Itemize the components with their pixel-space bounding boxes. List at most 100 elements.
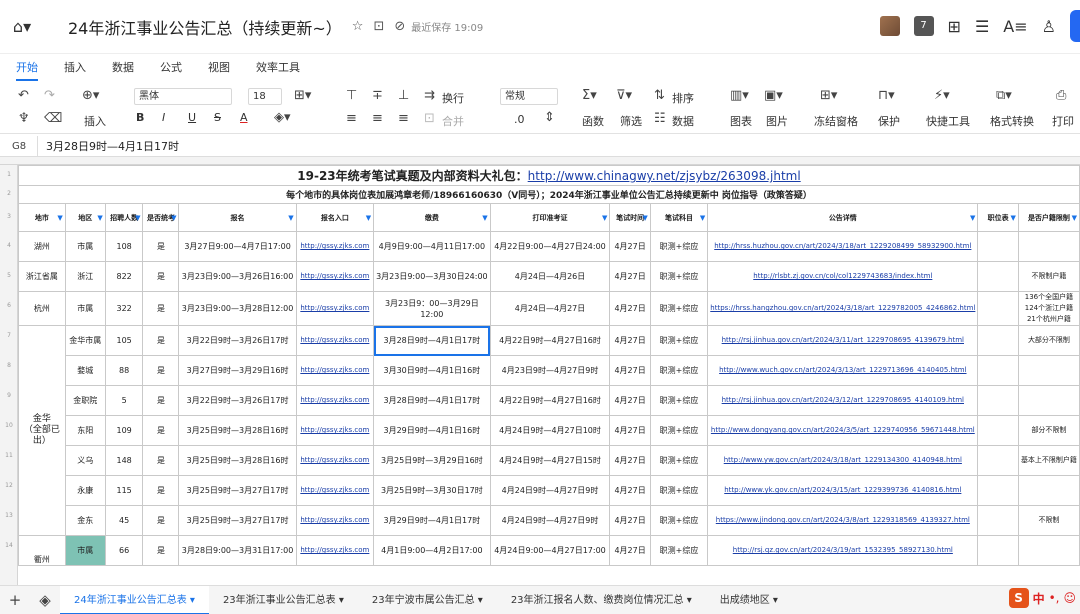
table-cell[interactable]: 职测+综应 — [649, 355, 709, 386]
function-button[interactable]: 函数 — [582, 113, 604, 129]
table-cell[interactable]: 3月25日9时—3月30日17时 — [373, 475, 491, 506]
table-cell[interactable]: 4月27日 — [609, 355, 651, 386]
table-cell[interactable]: 5 — [104, 385, 144, 416]
underline-button[interactable]: U — [188, 111, 196, 124]
filter-dropdown-icon[interactable]: ▼ — [970, 214, 975, 222]
table-cell[interactable]: http://www.yw.gov.cn/art/2024/3/18/art_1… — [707, 445, 979, 476]
table-cell[interactable]: 4月27日 — [609, 415, 651, 446]
column-header[interactable]: 招聘人数 ▼ — [104, 203, 144, 232]
table-cell[interactable]: 职测+综应 — [649, 535, 709, 566]
add-sheet-icon[interactable]: + — [0, 591, 30, 609]
title-cell[interactable]: 19-23年统考笔试真题及内部资料大礼包：http://www.chinagwy… — [18, 165, 1080, 186]
collaborator-avatar[interactable] — [879, 16, 900, 36]
row-number[interactable]: 3 — [0, 213, 18, 220]
filter-dropdown-icon[interactable]: ▼ — [366, 214, 371, 222]
table-cell[interactable]: 是 — [142, 325, 180, 356]
column-header[interactable]: 公告详情 ▼ — [707, 203, 979, 232]
italic-button[interactable]: I — [162, 111, 165, 124]
table-cell[interactable]: http://www.yk.gov.cn/art/2024/3/15/art_1… — [707, 475, 979, 506]
merge-icon[interactable]: ⊡ — [424, 111, 435, 126]
table-cell[interactable] — [1017, 475, 1080, 506]
table-cell[interactable]: 105 — [104, 325, 144, 356]
table-cell[interactable]: http://gssy.zjks.com — [295, 231, 375, 262]
image-icon[interactable]: ▣▾ — [764, 88, 783, 103]
document-title[interactable]: 24年浙江事业公告汇总（持续更新~） — [68, 15, 342, 39]
table-cell[interactable]: http://gssy.zjks.com — [295, 325, 375, 356]
quick-tools-button[interactable]: 快捷工具 — [926, 113, 970, 129]
formula-input[interactable]: 3月28日9时—4月1日17时 — [38, 138, 179, 154]
table-cell[interactable]: 4月22日9时—4月27日16时 — [489, 325, 611, 356]
table-cell[interactable]: 4月27日 — [609, 535, 651, 566]
row-number[interactable]: 4 — [0, 242, 18, 249]
table-cell[interactable]: 4月22日9:00—4月27日24:00 — [489, 231, 611, 262]
table-cell[interactable]: 3月25日9时—3月27日17时 — [178, 475, 297, 506]
table-cell[interactable]: 杭州 — [18, 291, 66, 326]
table-cell[interactable]: 金华 （全部已出） — [18, 325, 66, 536]
filter-dropdown-icon[interactable]: ▼ — [97, 214, 102, 222]
filter-dropdown-icon[interactable]: ▼ — [288, 214, 293, 222]
table-cell[interactable]: 浙江省属 — [18, 261, 66, 292]
table-cell[interactable]: 4月24日9时—4月27日15时 — [489, 445, 611, 476]
table-cell[interactable]: http://rsj.qz.gov.cn/art/2024/3/19/art_1… — [707, 535, 979, 566]
home-icon[interactable]: ⌂▾ — [0, 17, 44, 36]
table-cell[interactable] — [1017, 231, 1080, 262]
table-cell[interactable]: 3月23日9:00—3月28日12:00 — [178, 291, 297, 326]
freeze-icon[interactable]: ⊞▾ — [820, 88, 837, 103]
table-cell[interactable]: 109 — [104, 415, 144, 446]
table-cell[interactable]: 市属 — [64, 535, 106, 566]
font-size-select[interactable]: 18 — [248, 88, 282, 105]
table-cell[interactable]: http://gssy.zjks.com — [295, 261, 375, 292]
column-header-bar[interactable] — [0, 157, 1080, 165]
table-cell[interactable]: 3月25日9时—3月28日16时 — [178, 445, 297, 476]
table-cell[interactable]: 是 — [142, 261, 180, 292]
row-number[interactable]: 1 — [0, 171, 18, 178]
protect-icon[interactable]: ⊓▾ — [878, 88, 895, 103]
table-cell[interactable]: 108 — [104, 231, 144, 262]
table-cell[interactable]: 职测+综应 — [649, 475, 709, 506]
filter-button[interactable]: 筛选 — [620, 113, 642, 129]
table-cell[interactable]: 4月27日 — [609, 385, 651, 416]
table-cell[interactable]: 322 — [104, 291, 144, 326]
table-cell[interactable]: 职测+综应 — [649, 385, 709, 416]
table-cell[interactable]: 是 — [142, 415, 180, 446]
format-painter-icon[interactable]: ♆ — [18, 111, 30, 126]
table-cell[interactable]: http://gssy.zjks.com — [295, 415, 375, 446]
table-cell[interactable] — [977, 535, 1019, 566]
table-cell[interactable]: 职测+综应 — [649, 261, 709, 292]
table-cell[interactable]: 是 — [142, 385, 180, 416]
column-header[interactable]: 打印准考证 ▼ — [489, 203, 611, 232]
table-cell[interactable]: 4月1日9:00—4月2日17:00 — [373, 535, 491, 566]
table-cell[interactable]: 66 — [104, 535, 144, 566]
print-icon[interactable]: ⎙ — [1056, 88, 1066, 103]
table-cell[interactable]: 45 — [104, 505, 144, 536]
table-cell[interactable]: 3月25日9时—3月29日16时 — [373, 445, 491, 476]
table-cell[interactable]: 金职院 — [64, 385, 106, 416]
table-cell[interactable] — [1017, 385, 1080, 416]
table-cell[interactable]: https://www.jindong.gov.cn/art/2024/3/8/… — [707, 505, 979, 536]
spreadsheet-grid[interactable]: 19-23年统考笔试真题及内部资料大礼包：http://www.chinagwy… — [18, 165, 1080, 585]
row-number[interactable]: 10 — [0, 422, 18, 429]
undo-icon[interactable]: ↶ — [18, 88, 29, 103]
table-cell[interactable] — [977, 231, 1019, 262]
table-cell[interactable]: 4月27日 — [609, 291, 651, 326]
border-icon[interactable]: ⊞▾ — [294, 88, 311, 103]
table-cell[interactable]: http://rlsbt.zj.gov.cn/col/col1229743683… — [707, 261, 979, 292]
table-cell[interactable]: 3月23日9:00—3月26日16:00 — [178, 261, 297, 292]
column-header[interactable]: 报名入口 ▼ — [295, 203, 375, 232]
menu-icon[interactable]: ☰ — [975, 17, 989, 36]
table-cell[interactable]: 是 — [142, 445, 180, 476]
table-cell[interactable]: 3月27日9时—3月29日16时 — [178, 355, 297, 386]
table-cell[interactable] — [977, 445, 1019, 476]
table-cell[interactable]: 4月24日—4月26日 — [489, 261, 611, 292]
menu-insert[interactable]: 插入 — [64, 59, 86, 75]
number-format-select[interactable]: 常规 — [500, 88, 558, 105]
table-cell[interactable]: 基本上不限制户籍 — [1017, 445, 1080, 476]
table-cell[interactable]: 是 — [142, 355, 180, 386]
filter-dropdown-icon[interactable]: ▼ — [602, 214, 607, 222]
table-cell[interactable]: 4月24日9时—4月27日9时 — [489, 505, 611, 536]
fill-color-icon[interactable]: ◈▾ — [274, 110, 291, 125]
table-cell[interactable]: 婺城 — [64, 355, 106, 386]
sheet-tab-23-applicants[interactable]: 23年浙江报名人数、缴费岗位情况汇总 ▾ — [497, 586, 706, 614]
table-cell[interactable]: 3月29日9时—4月1日16时 — [373, 415, 491, 446]
filter-dropdown-icon[interactable]: ▼ — [642, 214, 647, 222]
